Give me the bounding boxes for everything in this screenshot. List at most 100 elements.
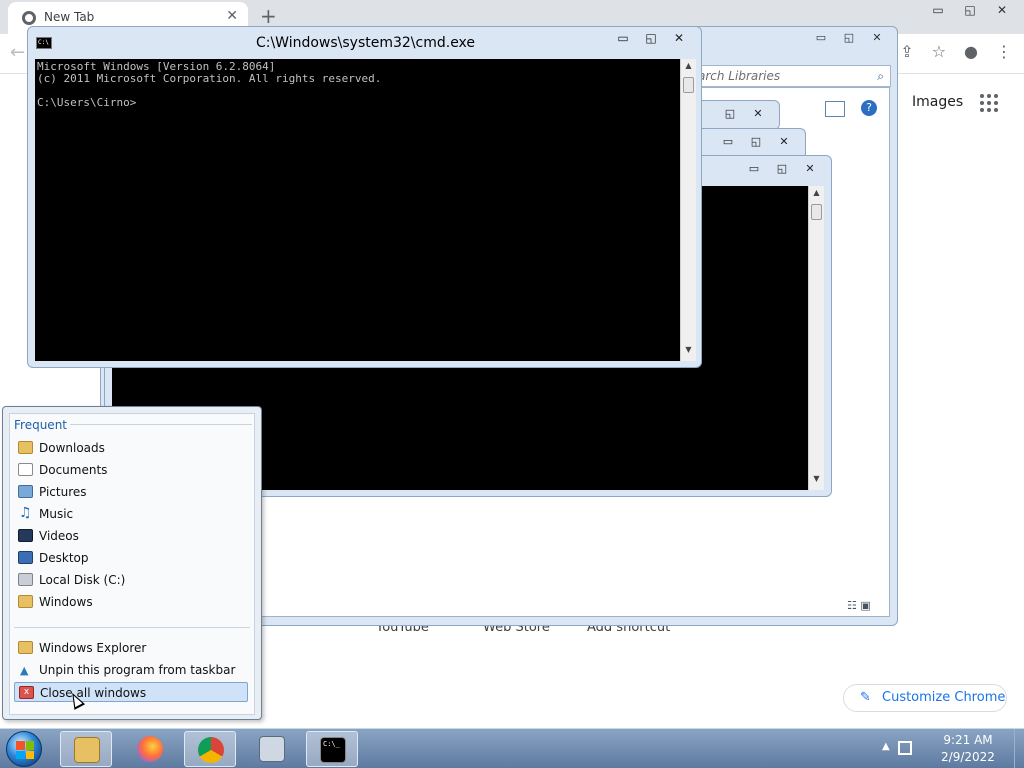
profile-avatar-icon[interactable]: ● (964, 42, 978, 61)
help-icon[interactable]: ? (861, 100, 877, 116)
share-icon[interactable]: ⇪ (900, 42, 913, 61)
jump-list-divider (70, 424, 252, 425)
pencil-icon: ✎ (860, 690, 871, 705)
firefox-icon (137, 736, 163, 762)
jump-list-frequent-heading: Frequent (14, 418, 67, 432)
preview-pane-icon[interactable] (825, 101, 845, 117)
clock-time[interactable]: 9:21 AM (928, 733, 1008, 747)
customize-chrome-label: Customize Chrome (882, 690, 1006, 705)
bookmark-star-icon[interactable]: ☆ (932, 42, 946, 61)
minimize-button[interactable]: ▭ (715, 133, 741, 151)
view-mode-icons[interactable]: ☷ ▣ (847, 599, 871, 612)
menu-kebab-icon[interactable]: ⋮ (996, 42, 1012, 61)
jump-item-local-disk[interactable]: Local Disk (C:) (14, 570, 248, 590)
show-hidden-icons-arrow-icon[interactable]: ▲ (882, 741, 890, 752)
taskbar-chrome-button[interactable] (184, 731, 236, 767)
explorer-window-controls: ▭ ◱ ✕ (807, 29, 891, 47)
scroll-down-arrow-icon[interactable]: ▼ (681, 345, 696, 359)
clock-date[interactable]: 2/9/2022 (928, 750, 1008, 764)
scroll-up-arrow-icon[interactable]: ▲ (681, 61, 696, 75)
cmd-back-2-controls: ▭ ◱ ✕ (715, 133, 797, 151)
cmd-window[interactable]: C:\ C:\Windows\system32\cmd.exe ▭ ◱ ✕ Mi… (27, 26, 702, 368)
minimize-button[interactable]: ▭ (807, 29, 835, 47)
scroll-thumb[interactable] (683, 77, 694, 93)
windows-logo-icon (16, 741, 34, 759)
jump-task-label: Close all windows (40, 686, 147, 700)
chrome-logo-icon (22, 11, 36, 25)
jump-task-label: Unpin this program from taskbar (39, 663, 236, 677)
minimize-button[interactable]: ▭ (609, 29, 637, 47)
close-button[interactable]: ✕ (797, 160, 823, 178)
explorer-icon (18, 641, 33, 654)
system-tray: ▲ 9:21 AM 2/9/2022 (874, 729, 1014, 768)
cmd-titlebar[interactable]: C:\ C:\Windows\system32\cmd.exe ▭ ◱ ✕ (28, 27, 701, 59)
minimize-button[interactable]: ▭ (741, 160, 767, 178)
jump-item-desktop[interactable]: Desktop (14, 548, 248, 568)
taskbar-explorer-button[interactable] (60, 731, 112, 767)
new-tab-button[interactable]: + (260, 4, 277, 28)
close-button[interactable]: ✕ (665, 29, 693, 47)
chrome-icon (198, 737, 224, 763)
start-button[interactable] (6, 731, 42, 767)
restore-button[interactable]: ◱ (637, 29, 665, 47)
scroll-thumb[interactable] (811, 204, 822, 220)
minimize-button[interactable]: ▭ (922, 0, 954, 20)
downloads-folder-icon (18, 441, 33, 454)
jump-task-unpin[interactable]: Unpin this program from taskbar (14, 660, 248, 681)
pictures-icon (18, 485, 33, 498)
close-button[interactable]: ✕ (863, 29, 891, 47)
chrome-tab-title: New Tab (44, 10, 95, 24)
jump-item-windows[interactable]: Windows (14, 592, 248, 612)
cmd-back-scrollbar[interactable]: ▲ ▼ (808, 186, 824, 490)
close-button[interactable]: ✕ (771, 133, 797, 151)
show-desktop-button[interactable] (1014, 729, 1024, 768)
cmd-back-3-controls: ▭ ◱ ✕ (741, 160, 823, 178)
chrome-toolbar-icons: ⇪ ☆ ● ⋮ (900, 42, 1012, 61)
taskbar-cmd-button[interactable]: C:\_ (306, 731, 358, 767)
cmd-scrollbar[interactable]: ▲ ▼ (680, 59, 696, 361)
images-link[interactable]: Images (912, 94, 963, 110)
scroll-down-arrow-icon[interactable]: ▼ (809, 474, 824, 488)
taskbar-task-manager-button[interactable] (246, 731, 298, 767)
restore-button[interactable]: ◱ (717, 105, 743, 123)
console-prompt: C:\Users\Cirno> (37, 96, 137, 109)
jump-item-downloads[interactable]: Downloads (14, 438, 248, 458)
close-all-icon: x (19, 686, 34, 699)
jump-item-label: Music (39, 507, 74, 521)
restore-button[interactable]: ◱ (743, 133, 769, 151)
windows-folder-icon (18, 595, 33, 608)
cmd-console[interactable]: Microsoft Windows [Version 6.2.8064] (c)… (35, 59, 680, 361)
jump-item-label: Videos (39, 529, 79, 543)
cmd-window-controls: ▭ ◱ ✕ (609, 29, 693, 47)
jump-item-videos[interactable]: Videos (14, 526, 248, 546)
close-tab-icon[interactable]: ✕ (226, 8, 238, 24)
cmd-back-1-controls: ◱ ✕ (717, 105, 771, 123)
jump-item-label: Documents (39, 463, 108, 477)
close-button[interactable]: ✕ (745, 105, 771, 123)
customize-chrome-button[interactable]: ✎ Customize Chrome (843, 684, 1007, 712)
hard-disk-icon (18, 573, 33, 586)
google-apps-icon[interactable] (980, 94, 998, 112)
jump-item-documents[interactable]: Documents (14, 460, 248, 480)
unpin-icon (18, 661, 33, 681)
jump-task-windows-explorer[interactable]: Windows Explorer (14, 638, 248, 658)
jump-item-pictures[interactable]: Pictures (14, 482, 248, 502)
scroll-up-arrow-icon[interactable]: ▲ (809, 188, 824, 202)
jump-item-label: Local Disk (C:) (39, 573, 126, 587)
taskbar: C:\_ ▲ 9:21 AM 2/9/2022 (0, 728, 1024, 768)
close-button[interactable]: ✕ (986, 0, 1018, 20)
jump-item-music[interactable]: Music (14, 503, 248, 524)
explorer-search-placeholder: arch Libraries (698, 69, 781, 83)
videos-film-icon (18, 529, 33, 542)
restore-button[interactable]: ◱ (769, 160, 795, 178)
restore-button[interactable]: ◱ (954, 0, 986, 20)
jump-item-label: Windows (39, 595, 93, 609)
explorer-search-input[interactable]: arch Libraries ⌕ (691, 65, 891, 87)
restore-button[interactable]: ◱ (835, 29, 863, 47)
back-arrow-icon[interactable]: ← (10, 42, 25, 63)
network-icon[interactable] (898, 741, 912, 755)
jump-task-close-all-windows[interactable]: x Close all windows (14, 682, 248, 702)
jump-item-label: Pictures (39, 485, 87, 499)
taskbar-firefox-button[interactable] (124, 731, 176, 767)
jump-task-label: Windows Explorer (39, 641, 147, 655)
